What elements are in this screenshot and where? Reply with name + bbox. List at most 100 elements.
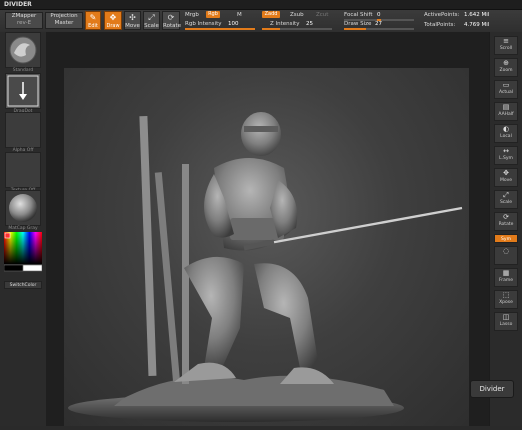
scale-label: Scale (144, 23, 159, 29)
z-intensity-value: 25 (306, 21, 313, 27)
draw-size-fill (344, 28, 366, 30)
texture-slot[interactable] (5, 152, 41, 188)
active-points-value: 1.642 Mil (464, 12, 490, 18)
projection-master-button[interactable]: Projection Master (45, 12, 83, 29)
move-icon: ✣ (129, 13, 136, 22)
xpose-icon: ⬚ (502, 291, 510, 299)
material-slot[interactable] (5, 190, 41, 226)
zmapper-label: ZMapper (11, 13, 37, 19)
xpose-button[interactable]: ⬚ Xpose (494, 290, 518, 309)
rotate-button[interactable]: ⟳ Rotate (162, 11, 182, 30)
scale-view-label: Scale (499, 200, 513, 205)
actual-button[interactable]: ▭ Actual (494, 80, 518, 99)
scale-icon: ⤢ (148, 13, 155, 22)
zcut-toggle[interactable]: Zcut (316, 12, 328, 18)
lasso-label: Lasso (499, 322, 513, 327)
zmapper-button[interactable]: ZMapper rev-E (5, 12, 43, 29)
draw-size-value: 27 (375, 21, 382, 27)
frame-button[interactable]: ▦ Frame (494, 268, 518, 287)
switch-color-button[interactable]: SwitchColor (4, 281, 42, 289)
zoom-button[interactable]: ⊕ Zoom (494, 58, 518, 77)
color-picker[interactable] (3, 232, 43, 272)
move-button[interactable]: ✣ Move (124, 11, 141, 30)
m-toggle[interactable]: M (237, 12, 242, 18)
brush-slot[interactable] (5, 32, 41, 68)
local-label: Local (500, 134, 512, 139)
transp-button[interactable]: ◌ (494, 246, 518, 265)
local-icon: ◐ (502, 125, 510, 133)
rotate-view-label: Rotate (498, 222, 514, 227)
focal-shift-label: Focal Shift (344, 12, 373, 18)
draw-button[interactable]: ✥ Draw (104, 11, 122, 30)
rgb-intensity-label: Rgb Intensity (185, 21, 222, 27)
sym-toggle[interactable]: Sym (494, 234, 518, 243)
scroll-icon: ≡ (503, 37, 509, 45)
rotate-view-main-button[interactable]: ⟳ Rotate (494, 212, 518, 231)
draw-icon: ✥ (109, 13, 117, 22)
draw-size-label: Draw Size (344, 21, 372, 27)
actual-icon: ▭ (502, 81, 510, 89)
draw-label: Draw (106, 23, 120, 29)
divider-tooltip: Divider (470, 380, 514, 398)
rgb-toggle[interactable]: Rgb (206, 11, 220, 18)
total-points-value: 4.769 Mil (464, 22, 490, 28)
local-button[interactable]: ◐ Local (494, 124, 518, 143)
alpha-slot[interactable] (5, 112, 41, 148)
total-points-label: TotalPoints: (424, 22, 456, 28)
move-view-icon: ✥ (503, 169, 509, 177)
scroll-label: Scroll (499, 46, 513, 51)
aahalf-button[interactable]: ▤ AAHalf (494, 102, 518, 121)
z-intensity-label: Z Intensity (270, 21, 300, 27)
move-label: Move (125, 23, 140, 29)
move-view-label: Move (499, 178, 513, 183)
frame-label: Frame (498, 278, 514, 283)
lasso-button[interactable]: ◫ Lasso (494, 312, 518, 331)
rgb-intensity-value: 100 (228, 21, 239, 27)
projection-label: Projection (50, 13, 78, 19)
matcap-sphere-icon (9, 194, 37, 222)
active-points-label: ActivePoints: (424, 12, 460, 18)
zsub-toggle[interactable]: Zsub (290, 12, 304, 18)
ninja-sculpt-model (68, 112, 463, 422)
projection-sub: Master (54, 20, 74, 26)
scale-view-icon: ⤢ (503, 191, 509, 199)
frame-icon: ▦ (502, 269, 510, 277)
rgb-intensity-fill (185, 28, 255, 30)
focal-shift-value: 0 (377, 12, 381, 18)
rotate-icon: ⟳ (167, 13, 175, 22)
lsym-icon: ↔ (503, 147, 509, 155)
color-picker-icon (3, 232, 43, 272)
lsym-button[interactable]: ↔ L.Sym (494, 146, 518, 165)
document-viewport[interactable] (64, 68, 469, 426)
mrgb-toggle[interactable]: Mrgb (185, 12, 199, 18)
edit-label: Edit (88, 23, 98, 29)
lsym-label: L.Sym (499, 156, 513, 161)
right-view-panel: ≡ Scroll ⊕ Zoom ▭ Actual ▤ AAHalf ◐ Loca… (489, 32, 522, 426)
left-tool-panel: Standard DragDot Alpha Off Texture Off M… (0, 32, 47, 426)
window-title: DIVIDER (0, 0, 522, 10)
edit-icon: ✎ (89, 13, 97, 22)
material-slot-label: MatCap Gray (8, 226, 38, 231)
scale-button[interactable]: ⤢ Scale (143, 11, 160, 30)
xpose-label: Xpose (499, 300, 513, 305)
scroll-button[interactable]: ≡ Scroll (494, 36, 518, 55)
aahalf-label: AAHalf (498, 112, 514, 117)
aahalf-icon: ▤ (502, 103, 510, 111)
rotate-view-icon: ⟳ (503, 213, 509, 221)
standard-brush-icon (9, 36, 37, 64)
rotate-label: Rotate (163, 23, 182, 29)
zoom-label: Zoom (499, 68, 513, 73)
dragdot-stroke-icon (7, 75, 39, 107)
top-toolbar: ZMapper rev-E Projection Master ✎ Edit ✥… (0, 10, 522, 33)
zmapper-sub: rev-E (16, 20, 32, 26)
move-view-button[interactable]: ✥ Move (494, 168, 518, 187)
zadd-toggle[interactable]: Zadd (262, 11, 280, 18)
stroke-slot[interactable] (5, 73, 41, 109)
scale-view-button[interactable]: ⤢ Scale (494, 190, 518, 209)
z-intensity-fill (262, 28, 280, 30)
edit-button[interactable]: ✎ Edit (85, 11, 101, 30)
transp-icon: ◌ (502, 247, 510, 255)
zoom-icon: ⊕ (503, 59, 509, 67)
actual-label: Actual (498, 90, 514, 95)
lasso-icon: ◫ (502, 313, 510, 321)
